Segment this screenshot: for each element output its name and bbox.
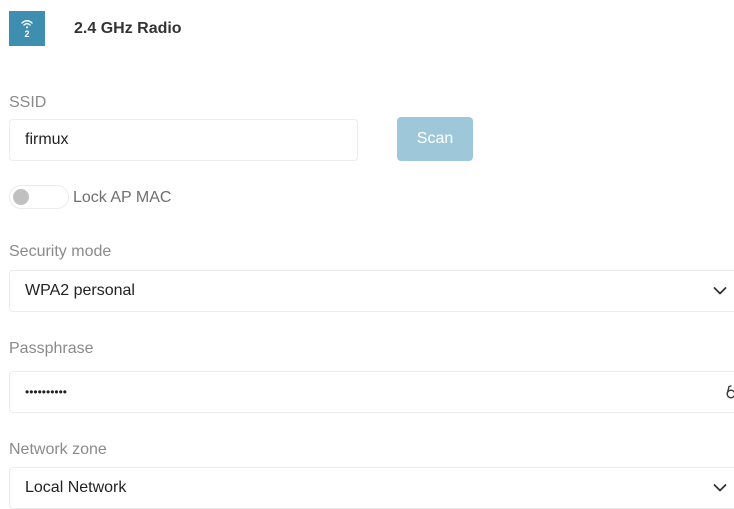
wifi-icon [21, 19, 33, 28]
lock-ap-mac-label: Lock AP MAC [73, 189, 172, 206]
lock-ap-mac-toggle[interactable] [9, 185, 69, 209]
passphrase-field[interactable]: •••••••••• [9, 371, 734, 413]
security-mode-value: WPA2 personal [25, 282, 135, 299]
security-mode-label: Security mode [9, 243, 112, 260]
ssid-input[interactable] [25, 131, 357, 149]
ssid-field[interactable] [9, 119, 358, 161]
radio-header: 2 2.4 GHz Radio [9, 11, 182, 46]
passphrase-label: Passphrase [9, 340, 94, 357]
network-zone-label: Network zone [9, 441, 107, 458]
passphrase-input[interactable]: •••••••••• [25, 385, 67, 399]
chevron-down-icon [713, 287, 727, 295]
scan-button[interactable]: Scan [397, 117, 473, 161]
network-zone-value: Local Network [25, 479, 127, 496]
radio-badge: 2 [9, 11, 45, 46]
glasses-icon[interactable] [726, 385, 734, 399]
radio-badge-number: 2 [24, 28, 30, 39]
security-mode-select[interactable]: WPA2 personal [9, 270, 734, 312]
ssid-label: SSID [9, 94, 47, 111]
chevron-down-icon [713, 484, 727, 492]
toggle-knob [13, 189, 29, 205]
radio-title: 2.4 GHz Radio [74, 19, 182, 37]
